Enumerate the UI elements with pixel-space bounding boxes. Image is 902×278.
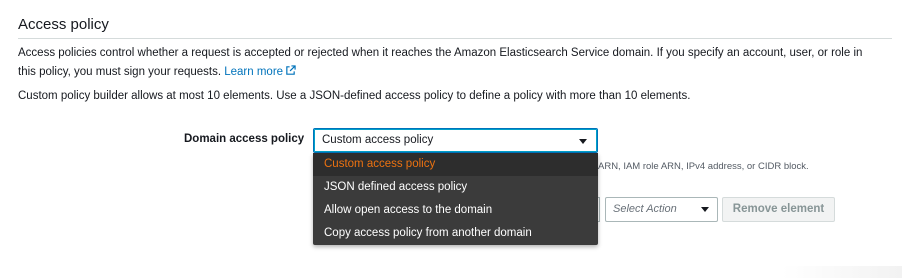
option-allow-open-access[interactable]: Allow open access to the domain (313, 199, 598, 222)
option-json-defined-access-policy[interactable]: JSON defined access policy (313, 176, 598, 199)
external-link-icon (286, 65, 296, 75)
section-description: Access policies control whether a reques… (18, 47, 863, 78)
principal-hint: ARN, IAM role ARN, IPv4 address, or CIDR… (598, 161, 809, 172)
section-title: Access policy (18, 16, 109, 33)
caret-down-icon (579, 139, 587, 144)
builder-note: Custom policy builder allows at most 10 … (18, 90, 691, 102)
option-copy-access-policy[interactable]: Copy access policy from another domain (313, 222, 598, 245)
learn-more-link[interactable]: Learn more (224, 65, 296, 78)
remove-element-button[interactable]: Remove element (722, 197, 835, 222)
select-action-dropdown[interactable]: Select Action (605, 197, 718, 222)
section-divider (18, 38, 892, 39)
domain-access-policy-label: Domain access policy (184, 133, 305, 145)
domain-access-policy-menu: Custom access policy JSON defined access… (313, 153, 598, 245)
corner-fade (782, 266, 902, 278)
option-custom-access-policy[interactable]: Custom access policy (313, 153, 598, 176)
domain-access-policy-value: Custom access policy (322, 134, 434, 146)
select-action-placeholder: Select Action (613, 203, 677, 215)
caret-down-icon (701, 207, 709, 212)
domain-access-policy-select[interactable]: Custom access policy (313, 128, 598, 153)
section-description-block: Access policies control whether a reques… (18, 44, 878, 82)
learn-more-label: Learn more (224, 66, 284, 78)
